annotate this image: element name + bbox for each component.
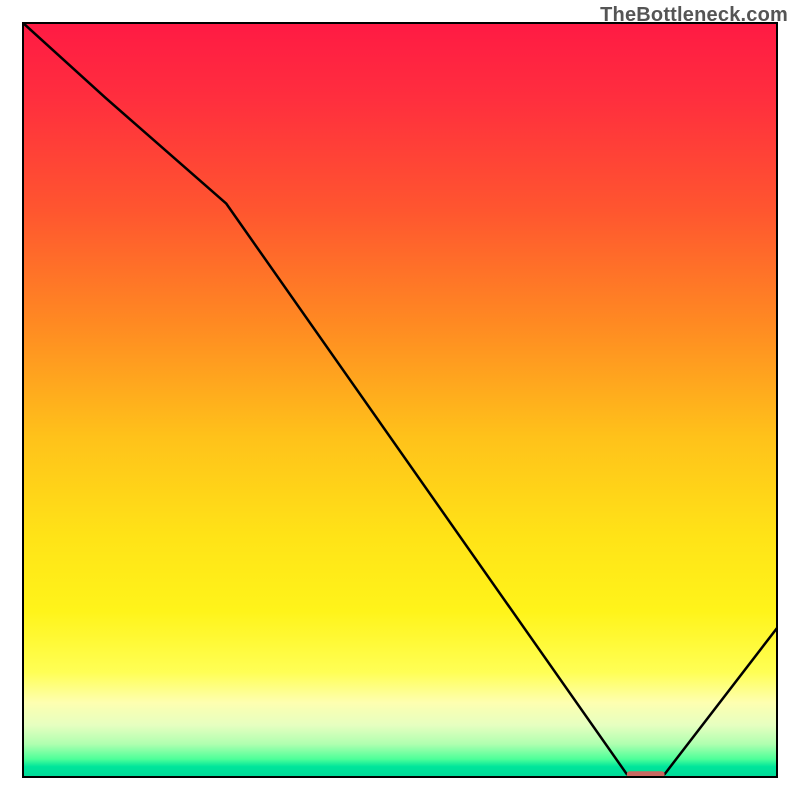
- chart-frame: TheBottleneck.com: [0, 0, 800, 800]
- gradient-background: [22, 22, 778, 778]
- watermark-label: TheBottleneck.com: [600, 4, 788, 27]
- bottleneck-chart: [22, 22, 778, 778]
- plot-wrap: [22, 22, 778, 778]
